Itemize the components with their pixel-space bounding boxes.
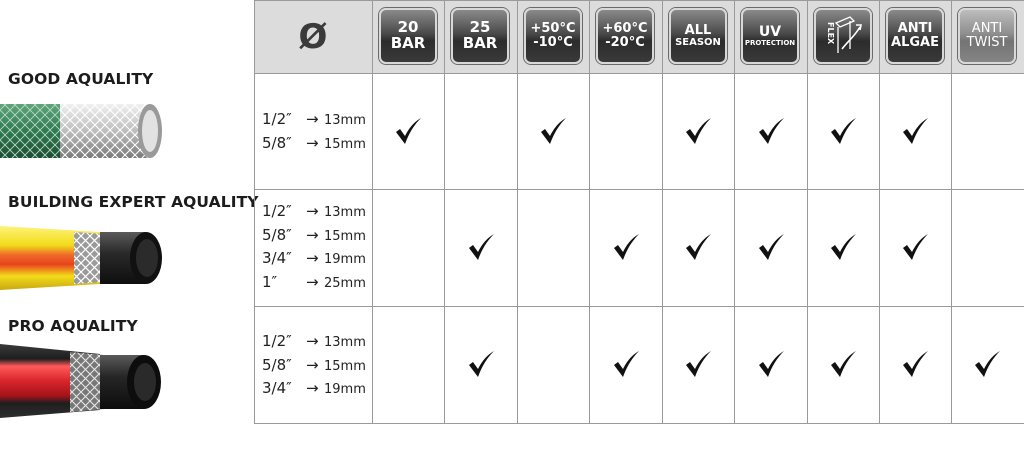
size-row: 1/2″ → 13mm xyxy=(262,110,366,134)
checkmark-icon xyxy=(759,351,784,377)
mm-size: 13mm xyxy=(324,335,366,350)
flex-icon: FLEX xyxy=(826,16,862,53)
size-row: 3/4″ → 19mm xyxy=(262,379,366,403)
inch-size: 1/2″ xyxy=(262,202,292,220)
mm-size: 25mm xyxy=(324,275,366,291)
arrow-icon: → xyxy=(306,272,319,291)
badge-line1: UV xyxy=(758,23,782,40)
arrow-icon: → xyxy=(306,379,319,397)
badge-all-season: ALL SEASON xyxy=(669,8,727,64)
badge-20-bar: 20 BAR xyxy=(379,8,437,64)
badge-25-bar: 25 BAR xyxy=(451,8,509,64)
badge-line1: ANTI xyxy=(971,21,1003,37)
checkmark-icon xyxy=(686,351,711,377)
size-row: 1/2″ → 13mm xyxy=(262,332,366,356)
size-row: 5/8″ → 15mm xyxy=(262,134,366,158)
checkmark-icon xyxy=(614,351,639,377)
mm-size: 15mm xyxy=(324,358,366,374)
badge-uv-protection: UV PROTECTION xyxy=(741,8,799,64)
badge-anti-twist: ANTI TWIST xyxy=(958,8,1016,64)
checkmark-icon xyxy=(541,118,566,144)
badge-line2: SEASON xyxy=(675,36,721,48)
mm-size: 15mm xyxy=(324,136,366,152)
badge-line2: BAR xyxy=(390,34,426,52)
product-label-building-expert: BUILDING EXPERT AQUALITY xyxy=(8,193,259,211)
checkmark-icon xyxy=(831,234,856,260)
mm-size: 13mm xyxy=(324,205,366,220)
mm-size: 19mm xyxy=(324,252,366,267)
inch-size: 5/8″ xyxy=(262,133,292,152)
inch-size: 1″ xyxy=(262,272,278,291)
size-row: 3/4″ → 19mm xyxy=(262,249,366,273)
badge-line1: +60°C xyxy=(602,21,648,37)
svg-text:FLEX: FLEX xyxy=(826,22,835,45)
arrow-icon: → xyxy=(306,110,319,128)
sizes-good: 1/2″ → 13mm 5/8″ → 15mm xyxy=(262,110,366,157)
mm-size: 13mm xyxy=(324,113,366,128)
badge-flex: FLEX xyxy=(814,8,872,64)
badge-line2: -10°C xyxy=(533,35,573,50)
arrow-icon: → xyxy=(306,133,319,152)
size-row: 5/8″ → 15mm xyxy=(262,356,366,380)
badge-temp-50: +50°C -10°C xyxy=(524,8,582,64)
arrow-icon: → xyxy=(306,202,319,220)
badge-line1: ALL xyxy=(684,22,712,38)
inch-size: 1/2″ xyxy=(262,110,292,128)
checkmark-icon xyxy=(831,351,856,377)
inch-size: 3/4″ xyxy=(262,379,292,397)
inch-size: 5/8″ xyxy=(262,355,292,374)
checkmark-icon xyxy=(759,118,784,144)
hose-image-good xyxy=(0,104,162,158)
diameter-header: Ø xyxy=(298,16,328,57)
size-row: 1/2″ → 13mm xyxy=(262,202,366,226)
badge-line1: ANTI xyxy=(897,21,933,37)
checkmark-icon xyxy=(614,234,639,260)
sizes-pro: 1/2″ → 13mm 5/8″ → 15mm 3/4″ → 19mm xyxy=(262,332,366,403)
badge-line1: +50°C xyxy=(530,21,576,37)
comparison-table: Ø 20 BAR 25 BAR +50°C -10°C +60°C -20°C … xyxy=(254,0,1024,424)
checkmark-icon xyxy=(469,351,494,377)
badge-line2: TWIST xyxy=(966,35,1008,50)
checkmark-icon xyxy=(975,351,1000,377)
badge-temp-60: +60°C -20°C xyxy=(596,8,654,64)
inch-size: 5/8″ xyxy=(262,225,292,244)
arrow-icon: → xyxy=(306,355,319,374)
badge-anti-algae: ANTI ALGAE xyxy=(886,8,944,64)
arrow-icon: → xyxy=(306,332,319,350)
checkmark-icon xyxy=(903,351,928,377)
hose-image-building-expert xyxy=(0,226,162,290)
sizes-building-expert: 1/2″ → 13mm 5/8″ → 15mm 3/4″ → 19mm 1″ → 25mm xyxy=(262,202,366,296)
badge-line2: -20°C xyxy=(605,35,645,50)
size-row: 5/8″ → 15mm xyxy=(262,226,366,250)
arrow-icon: → xyxy=(306,225,319,244)
checkmark-icon xyxy=(831,118,856,144)
checkmark-icon xyxy=(759,234,784,260)
checkmark-icon xyxy=(396,118,421,144)
checkmark-icon xyxy=(686,234,711,260)
badge-line2: BAR xyxy=(462,34,498,52)
checkmark-icon xyxy=(903,118,928,144)
mm-size: 15mm xyxy=(324,228,366,244)
mm-size: 19mm xyxy=(324,382,366,397)
arrow-icon: → xyxy=(306,249,319,267)
product-label-pro: PRO AQUALITY xyxy=(8,317,138,335)
product-label-good: GOOD AQUALITY xyxy=(8,70,154,88)
checkmark-icon xyxy=(903,234,928,260)
inch-size: 1/2″ xyxy=(262,332,292,350)
badge-line2: ALGAE xyxy=(891,35,939,50)
hose-image-pro xyxy=(0,344,161,418)
checkmark-icon xyxy=(686,118,711,144)
checkmark-icon xyxy=(469,234,494,260)
badge-line2: PROTECTION xyxy=(744,38,796,47)
size-row: 1″ → 25mm xyxy=(262,273,366,297)
inch-size: 3/4″ xyxy=(262,249,292,267)
